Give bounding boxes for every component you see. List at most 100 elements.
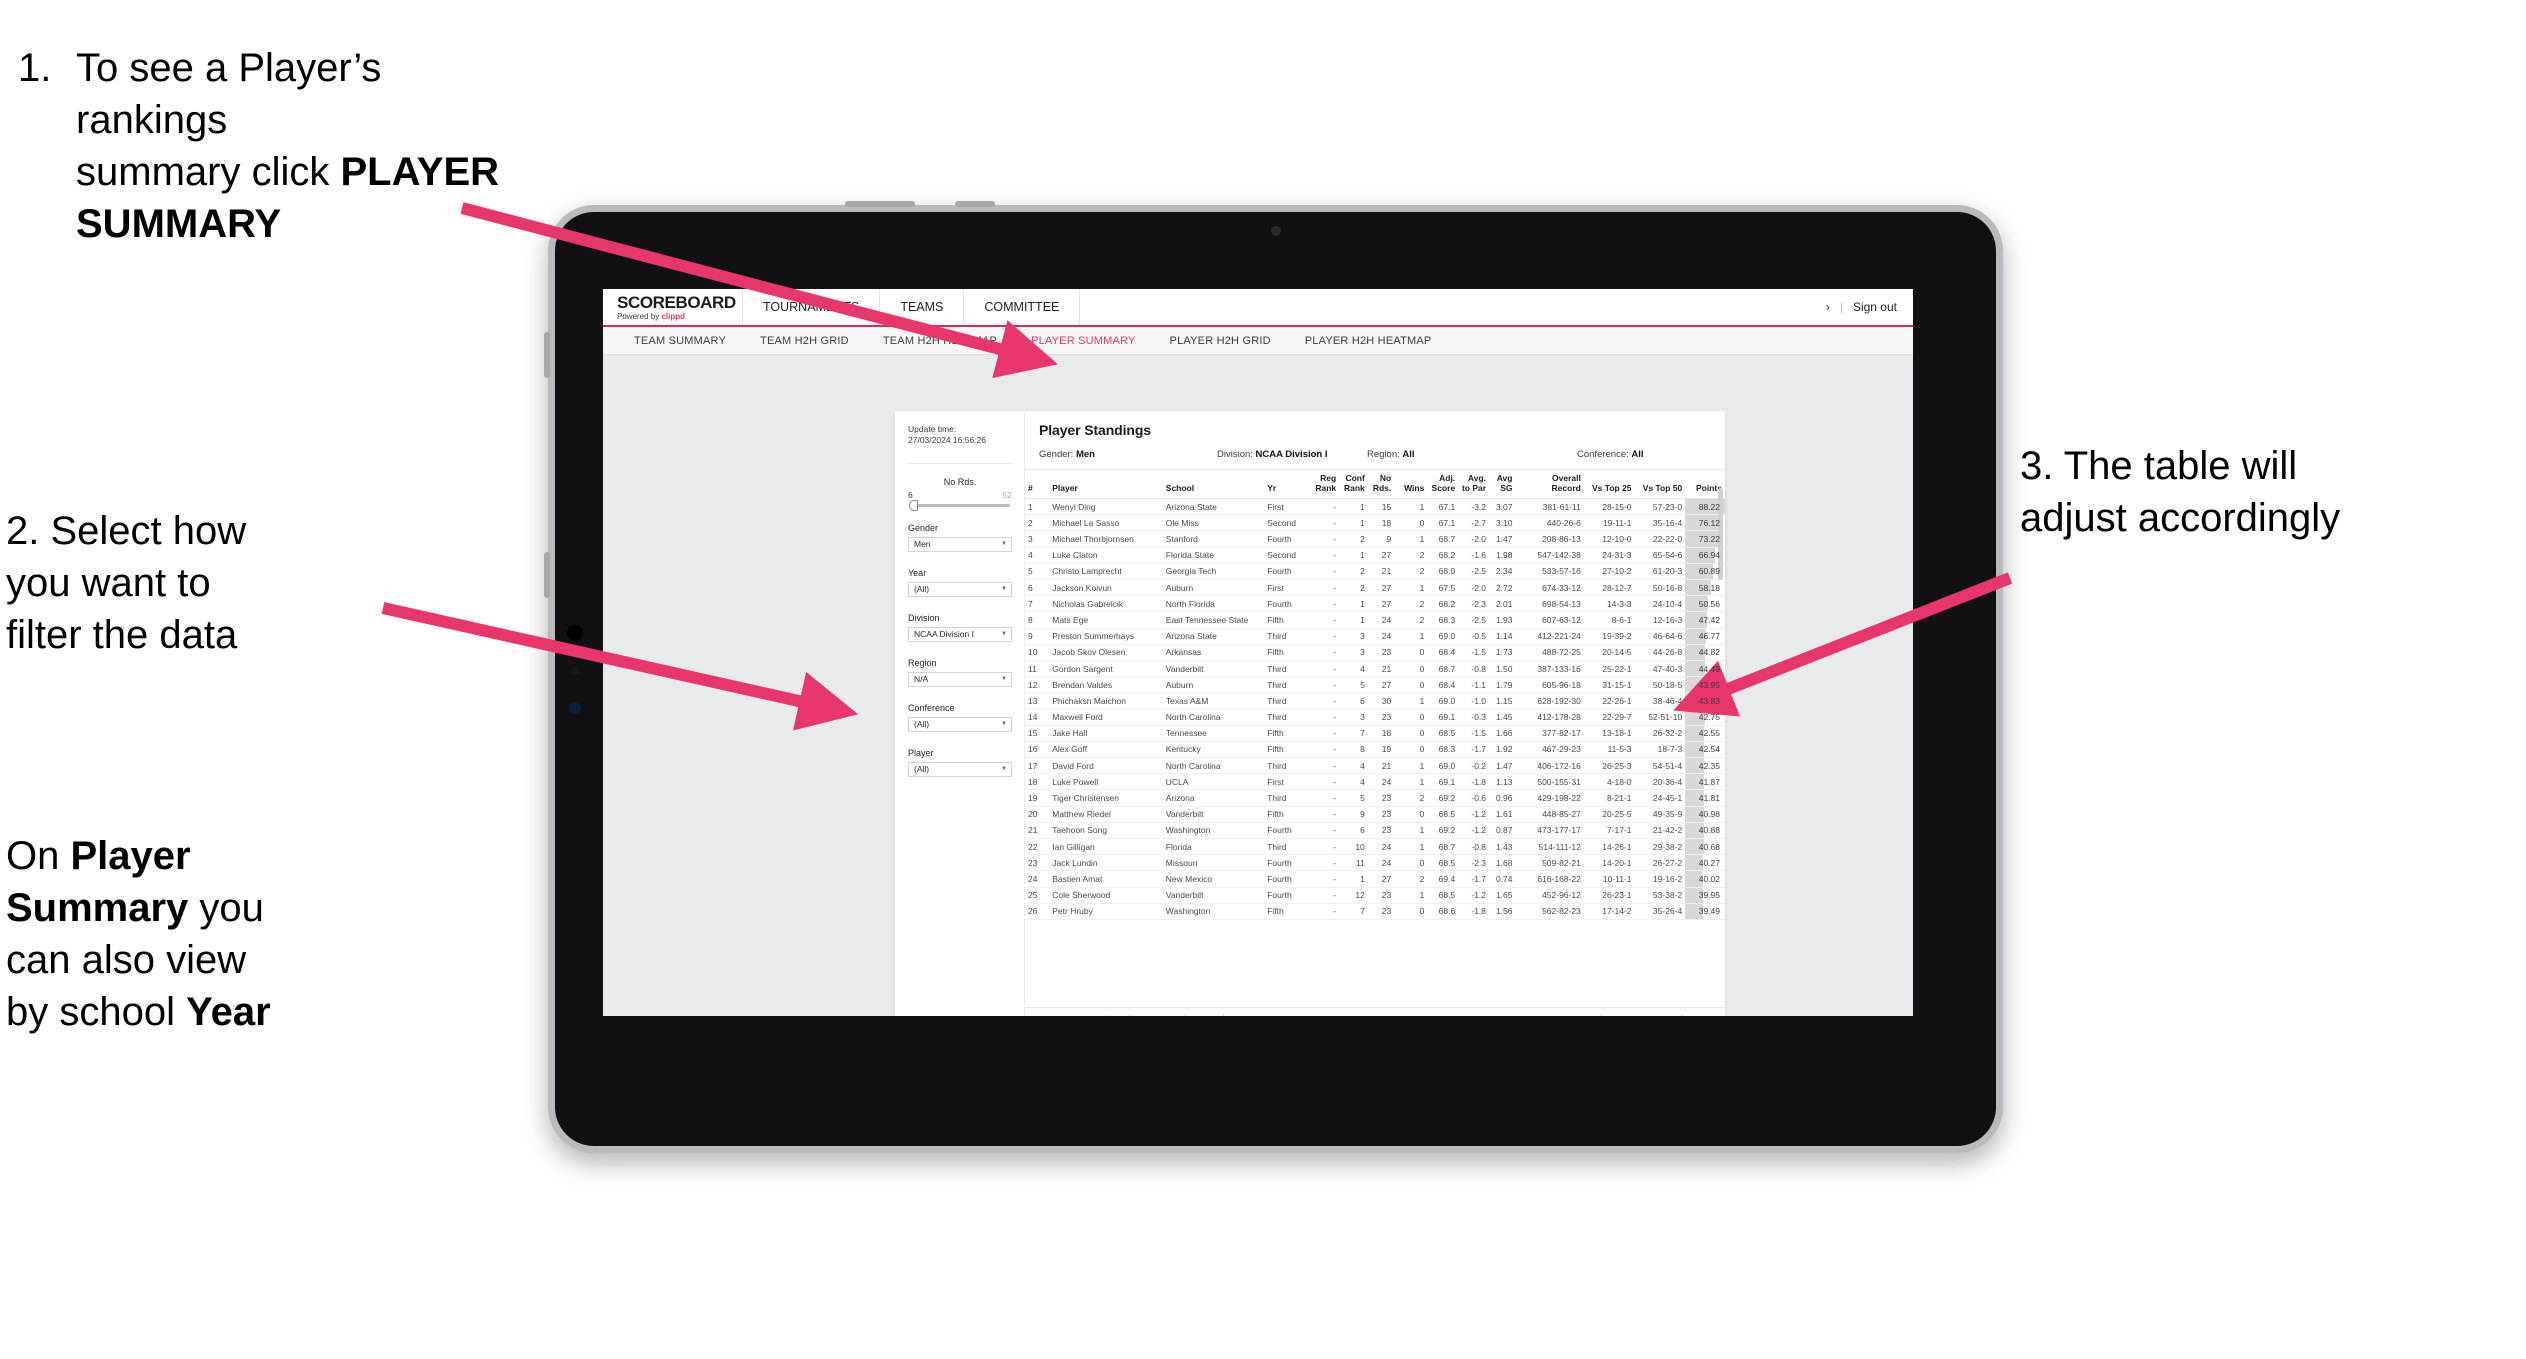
- column-header-overall-record[interactable]: Overall Record: [1515, 470, 1584, 500]
- column-header-school[interactable]: School: [1162, 470, 1265, 500]
- tab-team-summary[interactable]: TEAM SUMMARY: [617, 335, 743, 347]
- device-layout-icon[interactable]: [1145, 1014, 1158, 1016]
- table-row[interactable]: 22 Ian Gilligan Florida Third -10 24 1 68.7 -0.8…: [1025, 838, 1725, 856]
- table-row[interactable]: 9 Preston Summerhays Arizona State Third -3 2…: [1025, 628, 1725, 645]
- cell-yr: Third: [1264, 676, 1311, 694]
- header-tab-tournaments[interactable]: TOURNAMENTS: [743, 289, 881, 325]
- column-header-vs-top-50[interactable]: Vs Top 50: [1634, 470, 1686, 500]
- cell-reg: -: [1310, 725, 1340, 742]
- column-header-no-rds[interactable]: No Rds.: [1367, 470, 1395, 500]
- column-header-yr[interactable]: Yr: [1264, 470, 1311, 500]
- tab-team-h2h-grid[interactable]: TEAM H2H GRID: [743, 335, 866, 347]
- table-row[interactable]: 5 Christo Lamprecht Georgia Tech Fourth -2 21…: [1025, 563, 1725, 580]
- table-row[interactable]: 20 Matthew Riedel Vanderbilt Fifth -9 23 0 68.5…: [1025, 806, 1725, 823]
- cell-school: Vanderbilt: [1162, 806, 1265, 823]
- cell-sg: 3.07: [1489, 498, 1516, 516]
- table-row[interactable]: 23 Jack Lundin Missouri Fourth -11 24 0 68.5 -2.…: [1025, 854, 1725, 872]
- column-header-wins[interactable]: Wins: [1394, 470, 1428, 500]
- column-header-adj-score[interactable]: Adj. Score: [1427, 470, 1459, 500]
- update-time-label: Update time: 27/03/2024 16:56:26: [908, 424, 1012, 447]
- sign-out-button[interactable]: Sign out: [1853, 300, 1897, 314]
- filter-year-select[interactable]: (All) ▼: [908, 581, 1012, 597]
- column-header-conf-rank[interactable]: Conf Rank: [1339, 470, 1368, 500]
- pause-refresh-icon[interactable]: [1123, 1014, 1136, 1016]
- download-icon[interactable]: [1614, 1014, 1627, 1016]
- cell-adj: 68.2: [1427, 547, 1459, 564]
- cell-yr: Fifth: [1264, 725, 1311, 742]
- refresh-data-icon[interactable]: [1101, 1014, 1114, 1016]
- tab-player-summary[interactable]: PLAYER SUMMARY: [1014, 335, 1152, 347]
- table-row[interactable]: 8 Mats Ege East Tennessee State Fifth -1 24 2 6…: [1025, 611, 1725, 629]
- cell-record: 452-96-12: [1515, 887, 1584, 904]
- filter-gender-select[interactable]: Men ▼: [908, 536, 1012, 552]
- cell-par: -2.0: [1458, 530, 1490, 548]
- tab-player-h2h-heatmap[interactable]: PLAYER H2H HEATMAP: [1288, 335, 1449, 347]
- clock-history-icon[interactable]: [1198, 1014, 1211, 1016]
- column-header-avg-to-par[interactable]: Avg. to Par: [1458, 470, 1490, 500]
- table-row[interactable]: 25 Cole Sherwood Vanderbilt Fourth -12 23 1 68.…: [1025, 887, 1725, 904]
- table-row[interactable]: 1 Wenyi Ding Arizona State First -1 15 1 67.1 -3…: [1025, 498, 1725, 516]
- table-row[interactable]: 19 Tiger Christensen Arizona Third -5 23 2 69.2…: [1025, 789, 1725, 807]
- table-row[interactable]: 13 Phichaksn Maichon Texas A&M Third -6 30 1 69…: [1025, 692, 1725, 710]
- filter-conference-select[interactable]: (All) ▼: [908, 716, 1012, 732]
- column-header-player[interactable]: Player: [1049, 470, 1163, 500]
- table-row[interactable]: 24 Bastien Amat New Mexico Fourth -1 27 2 69.4-…: [1025, 870, 1725, 888]
- cell-record: 412-221-24: [1515, 628, 1584, 645]
- cell-par: -1.5: [1458, 725, 1490, 742]
- user-menu-icon[interactable]: ›: [1826, 300, 1830, 314]
- cell-wins: 2: [1394, 789, 1428, 807]
- step-2b-line-4-bold: Year: [186, 990, 271, 1034]
- cell-points: 44.49: [1685, 660, 1725, 678]
- column-header-avg-sg[interactable]: Avg SG: [1489, 470, 1516, 500]
- redo-icon[interactable]: [1057, 1014, 1070, 1016]
- app-logo[interactable]: SCOREBOARD Powered by clippd: [603, 289, 743, 325]
- table-row[interactable]: 4 Luke Claton Florida State Second -1 27 2 68.2…: [1025, 547, 1725, 564]
- table-row[interactable]: 3 Michael Thorbjornsen Stanford Fourth -2 9 1 6…: [1025, 530, 1725, 548]
- table-row[interactable]: 11 Gordon Sargent Vanderbilt Third -4 21 0 68.7…: [1025, 660, 1725, 678]
- revert-icon[interactable]: [1079, 1014, 1092, 1016]
- filter-player-select[interactable]: (All) ▼: [908, 761, 1012, 777]
- tab-player-h2h-grid[interactable]: PLAYER H2H GRID: [1153, 335, 1288, 347]
- cell-player: Ian Gilligan: [1049, 838, 1163, 856]
- table-row[interactable]: 26 Petr Hruby Washington Fifth -7 23 0 68.6 -1.8…: [1025, 903, 1725, 920]
- table-row[interactable]: 10 Jacob Skov Olesen Arkansas Fifth -3 23 0 68.…: [1025, 644, 1725, 661]
- share-button[interactable]: Share: [1673, 1014, 1715, 1017]
- column-header-vs-top-25[interactable]: Vs Top 25: [1583, 470, 1635, 500]
- cell-player: David Ford: [1049, 757, 1163, 775]
- filter-region-select[interactable]: N/A ▼: [908, 671, 1012, 687]
- table-row[interactable]: 14 Maxwell Ford North Carolina Third -3 23 0 69…: [1025, 708, 1725, 726]
- table-row[interactable]: 7 Nicholas Gabrelcik North Florida Fourth -1…: [1025, 595, 1725, 613]
- table-row[interactable]: 12 Brendan Valdes Auburn Third -5 27 0 68.4 -1.1…: [1025, 676, 1725, 694]
- points-value: 43.95: [1698, 679, 1720, 690]
- table-row[interactable]: 21 Taehoon Song Washington Fourth -6 23 1 69.2-…: [1025, 822, 1725, 839]
- cell-reg: -: [1310, 676, 1340, 694]
- cell-rds: 15: [1367, 498, 1395, 516]
- cell-adj: 68.4: [1427, 676, 1459, 694]
- table-row[interactable]: 6 Jackson Koivun Auburn First -2 27 1 67.5 -2.0 2…: [1025, 579, 1725, 597]
- cell-t50: 61-20-3: [1634, 563, 1686, 580]
- filter-division-select[interactable]: NCAA Division I ▼: [908, 626, 1012, 642]
- table-header-row: # Player School Yr Reg Rank Conf Rank No Rds. Wins…: [1025, 470, 1725, 500]
- cell-player: Alex Goff: [1049, 741, 1163, 759]
- header-tab-committee[interactable]: COMMITTEE: [964, 289, 1081, 325]
- watch-button[interactable]: Watch ▼: [1535, 1014, 1589, 1017]
- meta-gender: Gender: Men: [1039, 449, 1217, 460]
- fullscreen-icon[interactable]: [1651, 1014, 1664, 1016]
- no-rds-min: 6: [908, 489, 913, 500]
- undo-icon[interactable]: [1035, 1014, 1048, 1016]
- table-row[interactable]: 2 Michael La Sasso Ole Miss Second -1 18 0 67.1…: [1025, 514, 1725, 532]
- table-row[interactable]: 18 Luke Powell UCLA First -4 24 1 69.1 -1.8 1.13 5…: [1025, 773, 1725, 791]
- filter-region: Region N/A ▼: [908, 658, 1012, 687]
- column-header-[interactable]: #: [1025, 470, 1050, 500]
- cell-wins: 1: [1394, 773, 1428, 791]
- view-original-button[interactable]: View: Original: [1236, 1014, 1313, 1017]
- no-rds-slider-track[interactable]: [909, 499, 1010, 511]
- no-rds-slider-handle[interactable]: [909, 499, 918, 511]
- header-tab-teams[interactable]: TEAMS: [880, 289, 965, 325]
- tab-team-h2h-heatmap[interactable]: TEAM H2H HEATMAP: [866, 335, 1014, 347]
- table-row[interactable]: 17 David Ford North Carolina Third -4 21 1 69.0…: [1025, 757, 1725, 775]
- table-row[interactable]: 16 Alex Goff Kentucky Fifth -8 19 0 68.3 -1.7 1.9…: [1025, 741, 1725, 759]
- column-header-reg-rank[interactable]: Reg Rank: [1310, 470, 1340, 500]
- table-row[interactable]: 15 Jake Hall Tennessee Fifth -7 18 0 68.5 -1.5 1.…: [1025, 725, 1725, 742]
- cell-par: -0.3: [1458, 708, 1490, 726]
